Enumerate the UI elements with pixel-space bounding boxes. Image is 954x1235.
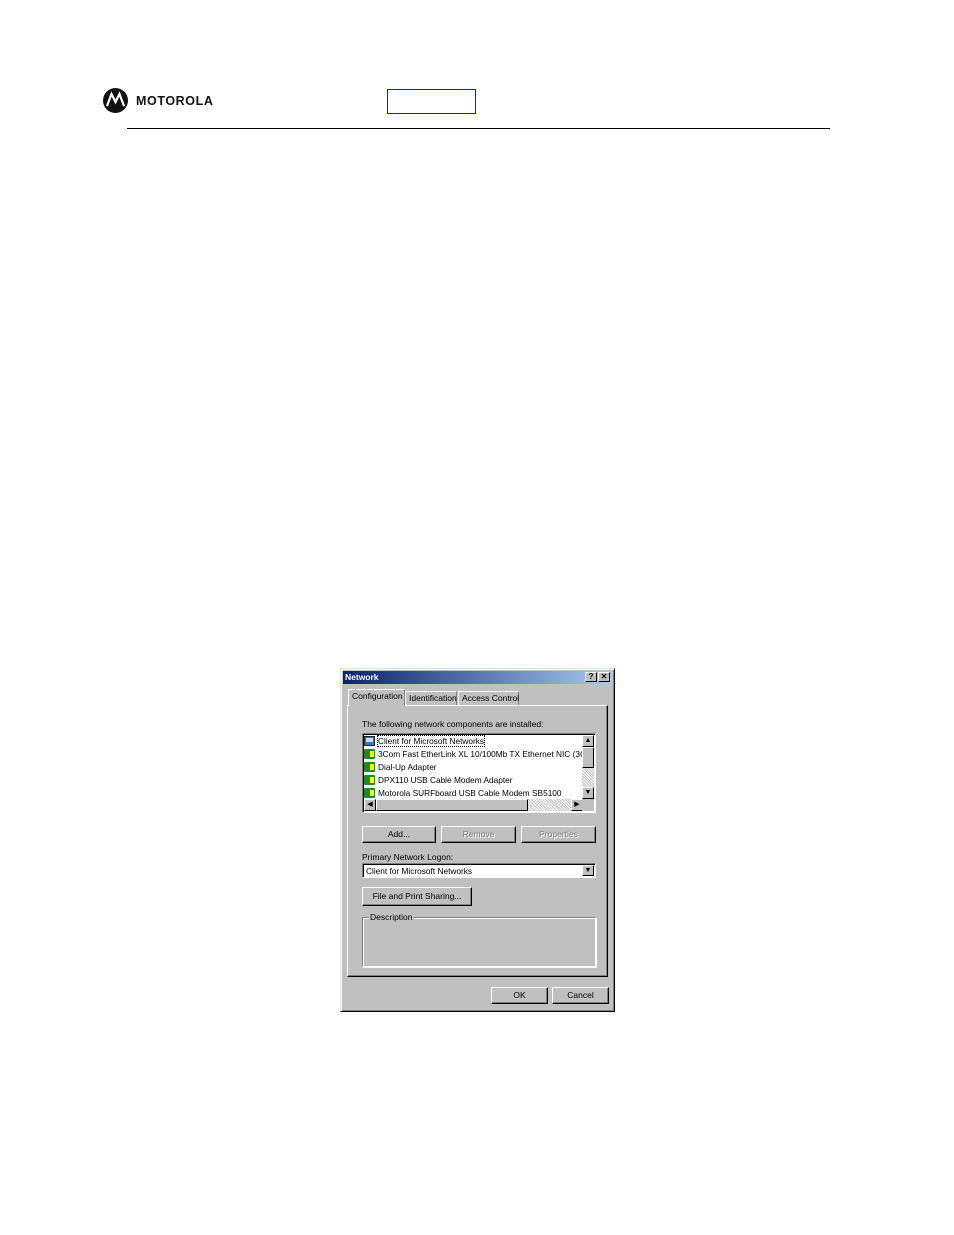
list-item[interactable]: DPX110 USB Cable Modem Adapter bbox=[364, 773, 583, 786]
list-item[interactable]: Dial-Up Adapter bbox=[364, 761, 583, 774]
network-adapter-icon bbox=[364, 774, 375, 785]
close-icon: ✕ bbox=[600, 672, 608, 681]
horizontal-scroll-thumb[interactable] bbox=[376, 799, 528, 811]
help-button[interactable]: ? bbox=[585, 672, 597, 682]
file-print-sharing-button[interactable]: File and Print Sharing... bbox=[362, 887, 472, 906]
tab-access-control[interactable]: Access Control bbox=[458, 691, 519, 705]
installed-components-label: The following network components are ins… bbox=[362, 719, 544, 729]
motorola-batwing-icon bbox=[103, 88, 128, 113]
close-button[interactable]: ✕ bbox=[598, 672, 610, 682]
title-bar[interactable]: Network ? ✕ bbox=[343, 671, 612, 684]
ok-button[interactable]: OK bbox=[491, 987, 548, 1004]
chevron-down-icon[interactable]: ▼ bbox=[582, 865, 594, 876]
tab-identification[interactable]: Identification bbox=[405, 691, 457, 705]
cancel-button[interactable]: Cancel bbox=[552, 987, 609, 1004]
primary-logon-value: Client for Microsoft Networks bbox=[366, 866, 473, 876]
components-listbox[interactable]: Client for Microsoft Networks 3Com Fast … bbox=[362, 733, 596, 813]
add-button[interactable]: Add... bbox=[362, 826, 436, 843]
tab-configuration[interactable]: Configuration bbox=[348, 689, 405, 706]
primary-logon-select[interactable]: Client for Microsoft Networks ▼ bbox=[362, 863, 596, 878]
vertical-scrollbar[interactable]: ▲ ▼ bbox=[582, 735, 594, 799]
scroll-up-button[interactable]: ▲ bbox=[582, 735, 594, 747]
client-icon bbox=[364, 736, 375, 747]
horizontal-scrollbar[interactable]: ◀ ▶ bbox=[364, 799, 583, 811]
primary-logon-label: Primary Network Logon: bbox=[362, 852, 454, 862]
motorola-logo: MOTOROLA bbox=[103, 88, 213, 113]
list-item[interactable]: Client for Microsoft Networks bbox=[364, 735, 583, 748]
properties-button[interactable]: Properties bbox=[521, 826, 596, 843]
remove-button[interactable]: Remove bbox=[441, 826, 516, 843]
configuration-panel: The following network components are ins… bbox=[347, 705, 608, 977]
network-dialog: Network ? ✕ Configuration Identification… bbox=[340, 668, 615, 1012]
header-divider bbox=[127, 128, 830, 129]
brand-name: MOTOROLA bbox=[136, 93, 214, 108]
network-adapter-icon bbox=[364, 761, 375, 772]
vertical-scroll-thumb[interactable] bbox=[582, 747, 594, 768]
network-adapter-icon bbox=[364, 749, 375, 760]
network-adapter-icon bbox=[364, 787, 375, 798]
list-item[interactable]: Motorola SURFboard USB Cable Modem SB510… bbox=[364, 786, 583, 799]
header-box bbox=[387, 89, 476, 114]
dialog-title: Network bbox=[345, 672, 379, 682]
scroll-left-button[interactable]: ◀ bbox=[364, 799, 376, 811]
description-label: Description bbox=[369, 912, 414, 922]
list-item[interactable]: 3Com Fast EtherLink XL 10/100Mb TX Ether… bbox=[364, 748, 583, 761]
help-icon: ? bbox=[588, 672, 594, 681]
scroll-down-button[interactable]: ▼ bbox=[582, 787, 594, 799]
description-group: Description bbox=[362, 912, 596, 967]
scrollbar-corner bbox=[582, 799, 594, 811]
